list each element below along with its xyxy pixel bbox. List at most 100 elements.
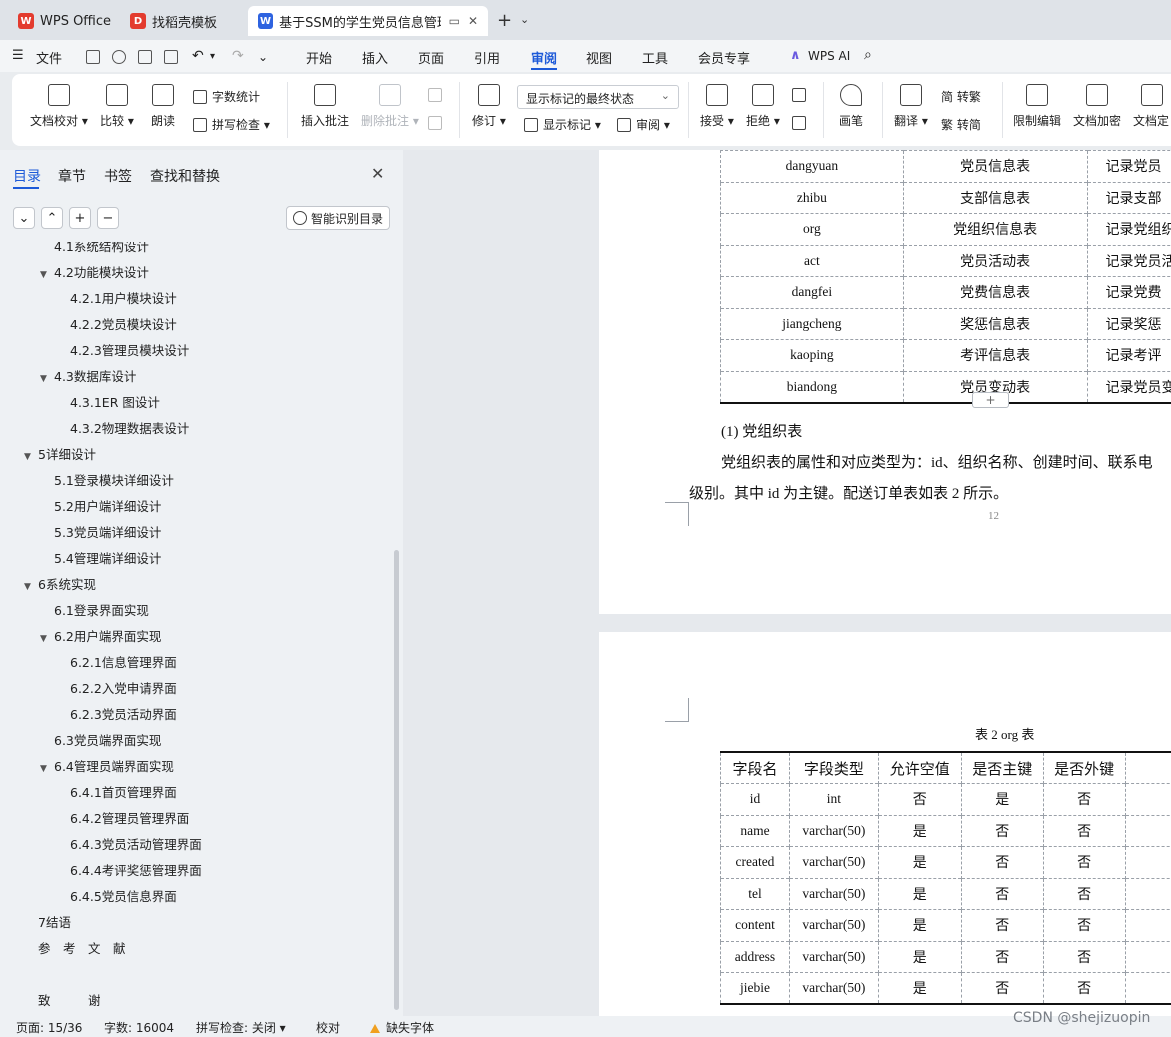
word-count-button[interactable]: 字数统计 <box>193 88 260 105</box>
table-cell[interactable]: 党费信息表 <box>902 276 1088 308</box>
table-cell[interactable]: created <box>720 846 790 878</box>
table-cell[interactable]: 是 <box>960 783 1044 815</box>
tab-wps-office[interactable]: W WPS Office <box>8 6 121 36</box>
table-cell[interactable]: 否 <box>960 846 1044 878</box>
toc-item[interactable]: 致 谢 <box>24 990 101 1009</box>
table-cell[interactable]: content <box>720 909 790 941</box>
table-cell[interactable]: varchar(50) <box>788 972 879 1004</box>
link-icon[interactable] <box>112 50 126 64</box>
table-cell[interactable]: 否 <box>1042 972 1126 1004</box>
word-count-indicator[interactable]: 字数: 16004 <box>104 1019 174 1036</box>
search-icon[interactable]: ⌕ <box>864 47 872 63</box>
finalize-button[interactable]: 文档定 <box>1133 84 1171 129</box>
next-comment-button[interactable] <box>428 116 447 130</box>
expand-arrow-icon[interactable]: ▼ <box>40 634 54 644</box>
menu-file[interactable]: 文件 <box>36 48 62 67</box>
table-cell[interactable]: 否 <box>960 940 1044 973</box>
toc-item[interactable]: 4.2.3管理员模块设计 <box>56 340 189 359</box>
proof-indicator[interactable]: 校对 <box>316 1019 340 1036</box>
prev-revision-button[interactable] <box>792 88 811 102</box>
table-cell[interactable]: 是 <box>877 940 962 973</box>
more-chevron-icon[interactable]: ⌄ <box>258 50 268 64</box>
tab-document[interactable]: W 基于SSM的学生党员信息管理 ▭ ✕ <box>248 6 488 36</box>
toc-item[interactable]: ▼ 6.4管理员端界面实现 <box>40 756 174 775</box>
table-cell[interactable]: 党员信息表 <box>902 150 1088 182</box>
doc-check-button[interactable]: 文档校对 ▾ <box>30 84 88 129</box>
table-cell[interactable]: 是 <box>877 877 962 910</box>
next-revision-button[interactable] <box>792 116 811 130</box>
table-cell[interactable]: 否 <box>1042 846 1126 878</box>
undo-icon[interactable]: ↶ <box>192 48 204 64</box>
column-header[interactable]: 允许空值 <box>877 752 962 784</box>
column-header[interactable]: 字段类型 <box>788 752 879 784</box>
expand-down-button[interactable]: ⌄ <box>13 207 35 229</box>
save-icon[interactable] <box>86 50 100 64</box>
tab-find-replace[interactable]: 查找和替换 <box>150 166 220 186</box>
toc-item[interactable]: 5.4管理端详细设计 <box>40 548 161 567</box>
collapse-up-button[interactable]: ⌃ <box>41 207 63 229</box>
menu-wps-ai[interactable]: WPS AI <box>808 49 850 63</box>
tab-list-chevron-icon[interactable]: ⌄ <box>520 13 529 26</box>
menu-page[interactable]: 页面 <box>418 48 444 67</box>
table-cell[interactable]: org <box>720 213 904 245</box>
column-header[interactable]: 字段名 <box>720 752 790 784</box>
table-cell[interactable]: biandong <box>720 370 904 403</box>
table-cell[interactable]: 记录党员 <box>1086 150 1171 182</box>
toc-item[interactable]: 6.3党员端界面实现 <box>40 730 161 749</box>
table-cell[interactable]: 否 <box>960 814 1044 847</box>
menu-tools[interactable]: 工具 <box>642 48 668 67</box>
add-row-button[interactable]: + <box>972 392 1009 408</box>
close-pane-icon[interactable]: ✕ <box>371 164 384 183</box>
table-cell[interactable]: dangfei <box>720 276 904 308</box>
table-cell[interactable]: 否 <box>1042 877 1126 910</box>
toc-item[interactable]: 6.4.2管理员管理界面 <box>56 808 189 827</box>
expand-arrow-icon[interactable]: ▼ <box>40 374 54 384</box>
table-cell[interactable]: varchar(50) <box>788 846 879 878</box>
table-cell[interactable]: varchar(50) <box>788 877 879 910</box>
expand-arrow-icon[interactable]: ▼ <box>24 582 38 592</box>
monitor-icon[interactable]: ▭ <box>449 14 460 28</box>
toc-item[interactable]: 4.3.1ER 图设计 <box>56 392 160 411</box>
toc-item[interactable]: 7结语 <box>24 912 71 931</box>
table-cell[interactable] <box>1124 972 1171 1004</box>
table-cell[interactable]: 否 <box>960 909 1044 941</box>
table-cell[interactable]: 记录党员变 <box>1086 370 1171 403</box>
expand-arrow-icon[interactable]: ▼ <box>40 270 54 280</box>
toc-item[interactable]: 4.3.2物理数据表设计 <box>56 418 189 437</box>
page-indicator[interactable]: 页面: 15/36 <box>16 1019 82 1036</box>
toc-scrollbar[interactable] <box>394 550 399 1010</box>
toc-item[interactable]: 6.2.2入党申请界面 <box>56 678 177 697</box>
table-cell[interactable]: 否 <box>1042 783 1126 815</box>
table-cell[interactable]: jiebie <box>720 972 790 1004</box>
table-cell[interactable]: 是 <box>877 909 962 941</box>
table-cell[interactable]: 记录考评 <box>1086 339 1171 371</box>
toc-item[interactable]: 6.1登录界面实现 <box>40 600 149 619</box>
toc-item[interactable] <box>24 964 38 979</box>
table-cell[interactable]: 是 <box>877 814 962 847</box>
toc-item[interactable]: 6.4.5党员信息界面 <box>56 886 177 905</box>
table-cell[interactable]: int <box>788 783 879 815</box>
toc-item[interactable]: ▼ 6系统实现 <box>24 574 96 593</box>
add-heading-button[interactable]: + <box>69 207 91 229</box>
new-tab-icon[interactable]: + <box>497 10 512 31</box>
table-cell[interactable]: 是 <box>877 846 962 878</box>
spell-check-button[interactable]: 拼写检查 ▾ <box>193 116 270 133</box>
table-cell[interactable]: 否 <box>960 972 1044 1004</box>
table-cell[interactable]: varchar(50) <box>788 814 879 847</box>
table-cell[interactable]: 奖惩信息表 <box>902 307 1088 340</box>
menu-references[interactable]: 引用 <box>474 48 500 67</box>
spell-check-status[interactable]: 拼写检查: 关闭 ▾ <box>196 1019 286 1036</box>
table-cell[interactable] <box>1124 783 1171 815</box>
expand-arrow-icon[interactable]: ▼ <box>40 764 54 774</box>
toc-item[interactable]: ▼ 4.3数据库设计 <box>40 366 136 385</box>
menu-view[interactable]: 视图 <box>586 48 612 67</box>
menu-home[interactable]: 开始 <box>306 48 332 67</box>
toc-item[interactable]: ▼ 4.2功能模块设计 <box>40 262 149 281</box>
to-traditional-button[interactable]: 简 转繁 <box>941 88 981 105</box>
compare-button[interactable]: 比较 ▾ <box>100 84 134 129</box>
toc-item[interactable]: 4.2.1用户模块设计 <box>56 288 177 307</box>
table-cell[interactable]: address <box>720 940 790 973</box>
smart-toc-button[interactable]: 智能识别目录 <box>286 206 390 230</box>
table-cell[interactable]: kaoping <box>720 339 904 371</box>
read-aloud-button[interactable]: 朗读 <box>151 84 175 129</box>
